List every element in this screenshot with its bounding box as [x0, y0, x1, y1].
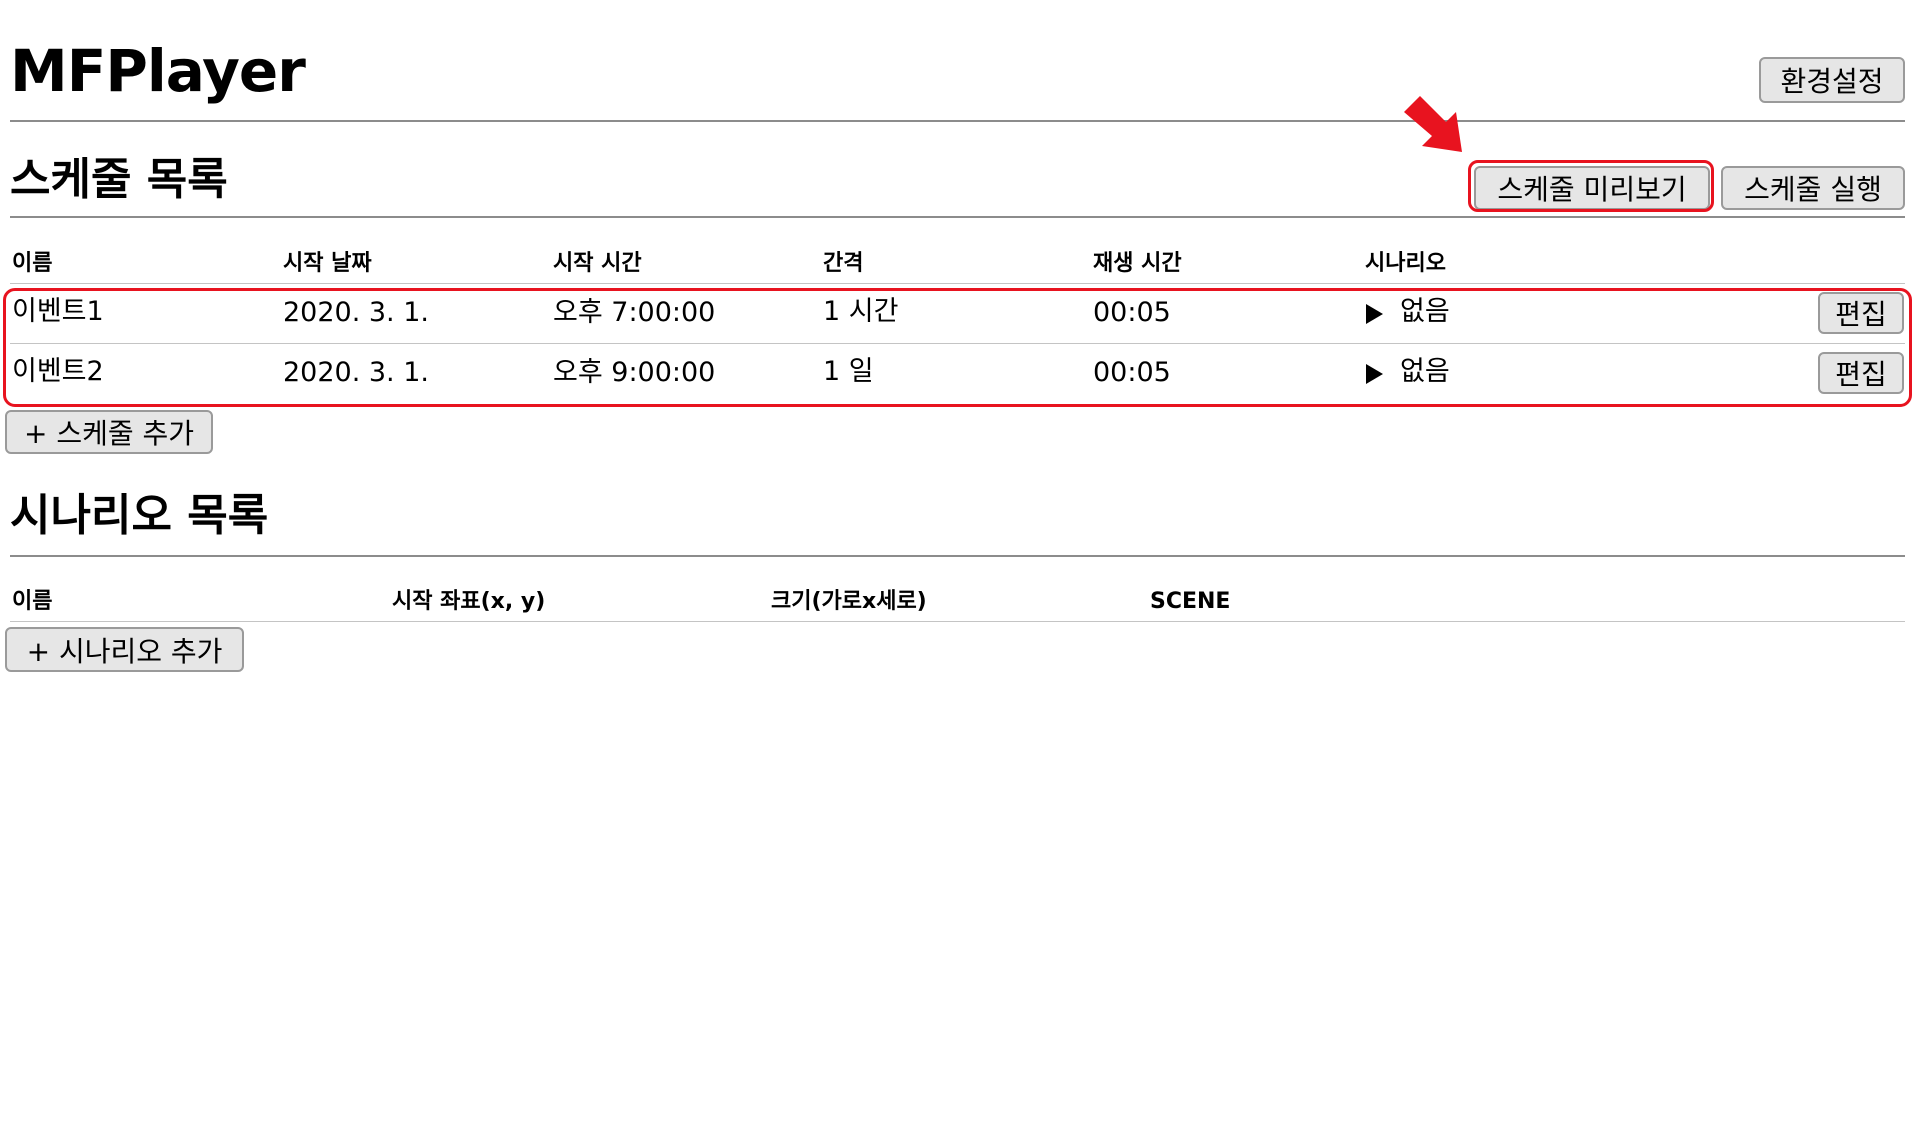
schedule-col-interval: 간격 — [823, 251, 864, 276]
page: MFPlayer 환경설정 스케줄 목록 스케줄 미리보기 스케줄 실행 이름 … — [0, 0, 1916, 1125]
scenario-col-size: 크기(가로x세로) — [771, 589, 927, 614]
schedule-col-name: 이름 — [12, 251, 53, 276]
schedule-col-start-time: 시작 시간 — [553, 251, 642, 276]
play-icon[interactable] — [1366, 364, 1383, 384]
scenario-header-rule — [10, 621, 1905, 622]
schedule-row-rule — [10, 343, 1905, 344]
add-scenario-button[interactable]: + 시나리오 추가 — [5, 627, 244, 672]
add-schedule-button[interactable]: + 스케줄 추가 — [5, 410, 213, 454]
edit-button-row-2[interactable]: 편집 — [1818, 352, 1904, 394]
table-row-2-interval: 1 일 — [823, 356, 874, 387]
schedule-header-rule — [10, 283, 1905, 284]
schedule-run-button[interactable]: 스케줄 실행 — [1721, 166, 1905, 210]
table-row-1-name: 이벤트1 — [12, 296, 104, 327]
red-arrow-icon — [1404, 96, 1462, 152]
table-row-2-name: 이벤트2 — [12, 356, 104, 387]
scenario-section-title: 시나리오 목록 — [10, 490, 269, 541]
app-title: MFPlayer — [10, 37, 306, 105]
schedule-preview-button[interactable]: 스케줄 미리보기 — [1474, 166, 1710, 210]
table-row-2-date: 2020. 3. 1. — [283, 357, 429, 388]
table-row-1-time: 오후 7:00:00 — [553, 297, 716, 328]
settings-button[interactable]: 환경설정 — [1759, 57, 1905, 103]
scenario-divider — [10, 555, 1905, 557]
schedule-divider — [10, 216, 1905, 218]
table-row-1-date: 2020. 3. 1. — [283, 297, 429, 328]
table-row-1-scenario: 없음 — [1400, 296, 1450, 327]
scenario-col-scene: SCENE — [1150, 589, 1231, 614]
table-row-1-duration: 00:05 — [1093, 297, 1171, 328]
schedule-section-title: 스케줄 목록 — [10, 154, 228, 205]
scenario-col-name: 이름 — [12, 589, 53, 614]
schedule-col-scenario: 시나리오 — [1365, 251, 1446, 276]
table-row-1-interval: 1 시간 — [823, 296, 899, 327]
table-row-2-scenario: 없음 — [1400, 356, 1450, 387]
schedule-col-start-date: 시작 날짜 — [283, 251, 372, 276]
table-row-2-duration: 00:05 — [1093, 357, 1171, 388]
play-icon[interactable] — [1366, 304, 1383, 324]
header-divider — [10, 120, 1905, 122]
scenario-col-start-coord: 시작 좌표(x, y) — [392, 589, 546, 614]
table-row-2-time: 오후 9:00:00 — [553, 357, 716, 388]
edit-button-row-1[interactable]: 편집 — [1818, 292, 1904, 334]
schedule-col-duration: 재생 시간 — [1093, 251, 1182, 276]
